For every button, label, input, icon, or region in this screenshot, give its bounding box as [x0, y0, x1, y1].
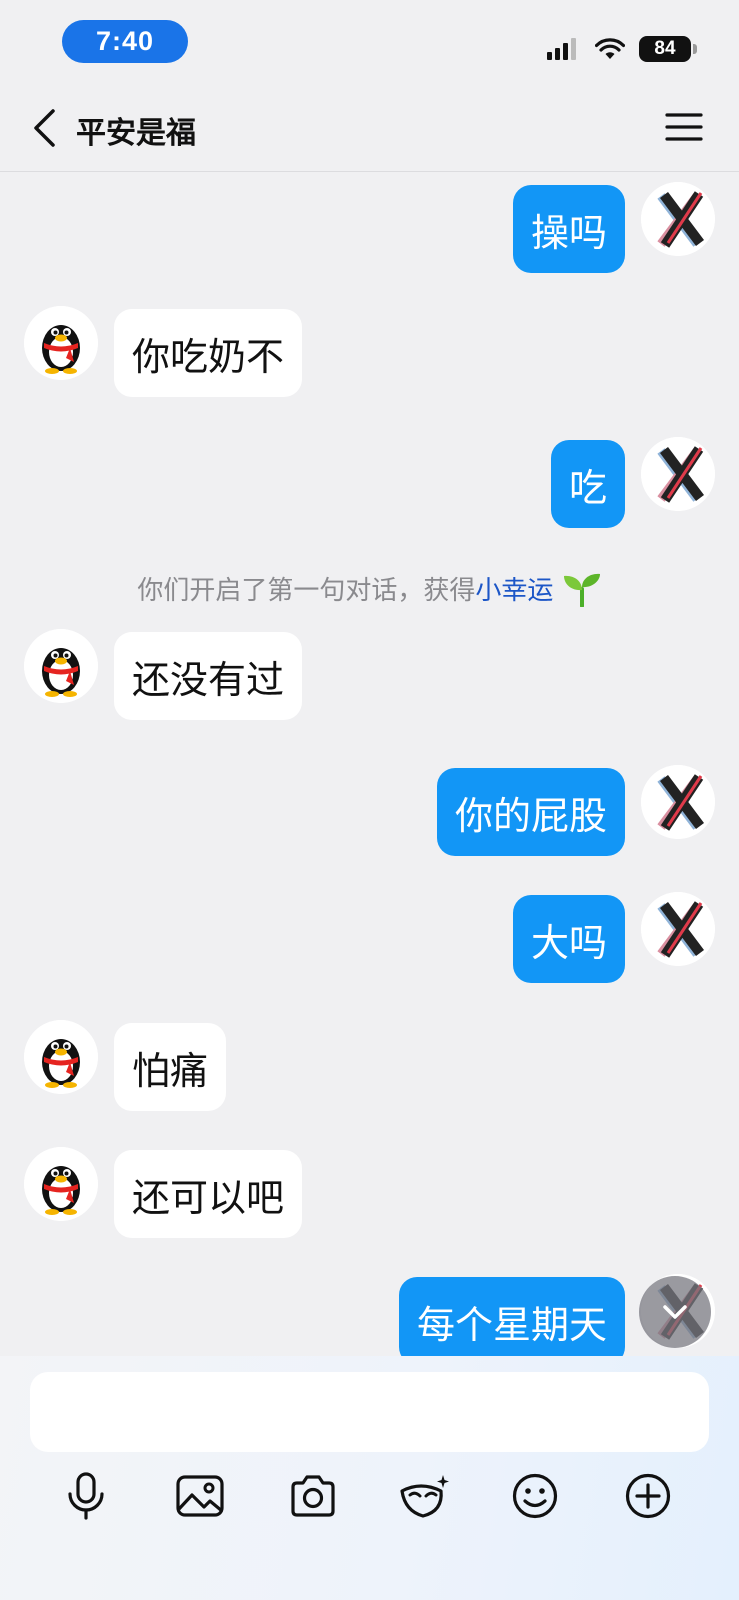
x-logo-icon	[641, 182, 715, 256]
chevron-left-icon	[34, 109, 55, 147]
incoming-message[interactable]: 怕痛	[114, 1023, 227, 1111]
more-button[interactable]	[620, 1468, 676, 1524]
plus-icon	[625, 1473, 671, 1519]
battery-icon: 84	[639, 36, 697, 62]
sticker-button[interactable]	[396, 1468, 452, 1524]
hamburger-menu-icon	[665, 113, 703, 141]
my-avatar[interactable]	[641, 182, 715, 256]
system-message: 你们开启了第一句对话，获得小幸运	[0, 570, 739, 608]
camera-button[interactable]	[285, 1468, 341, 1524]
voice-button[interactable]	[58, 1468, 114, 1524]
contact-avatar[interactable]	[24, 306, 98, 380]
photo-button[interactable]	[172, 1468, 228, 1524]
menu-button[interactable]	[665, 112, 703, 146]
system-message-text: 你们开启了第一句对话，获得	[137, 576, 476, 606]
my-avatar[interactable]	[641, 765, 715, 839]
back-button[interactable]	[24, 106, 64, 150]
wifi-icon	[595, 38, 625, 59]
incoming-message[interactable]: 还可以吧	[114, 1150, 303, 1238]
sprout-icon	[563, 573, 600, 608]
scroll-to-bottom-button[interactable]	[639, 1276, 711, 1348]
outgoing-message[interactable]: 操吗	[512, 185, 625, 273]
signal-icon	[547, 38, 576, 60]
penguin-avatar-icon	[24, 1147, 98, 1221]
chevron-down-icon	[663, 1305, 687, 1319]
lucky-link[interactable]: 小幸运	[475, 576, 553, 606]
penguin-avatar-icon	[24, 1020, 98, 1094]
chat-title: 平安是福	[76, 116, 196, 151]
composer-toolbar	[0, 1468, 739, 1532]
outgoing-message[interactable]: 吃	[550, 440, 625, 528]
contact-avatar[interactable]	[24, 1020, 98, 1094]
x-logo-icon	[641, 892, 715, 966]
my-avatar[interactable]	[641, 437, 715, 511]
incoming-message[interactable]: 还没有过	[114, 632, 303, 720]
mask-sticker-icon	[400, 1475, 449, 1518]
x-logo-icon	[641, 765, 715, 839]
outgoing-message[interactable]: 你的屁股	[436, 768, 625, 856]
chat-header: 平安是福	[0, 84, 739, 172]
contact-avatar[interactable]	[24, 629, 98, 703]
emoji-button[interactable]	[507, 1468, 563, 1524]
camera-icon	[291, 1475, 335, 1517]
my-avatar[interactable]	[641, 892, 715, 966]
penguin-avatar-icon	[24, 629, 98, 703]
image-icon	[176, 1475, 224, 1517]
contact-avatar[interactable]	[24, 1147, 98, 1221]
penguin-avatar-icon	[24, 306, 98, 380]
emoji-icon	[512, 1473, 558, 1519]
outgoing-message[interactable]: 大吗	[512, 895, 625, 983]
message-input[interactable]	[30, 1372, 709, 1452]
composer	[0, 1356, 739, 1600]
message-list[interactable]: 操吗 你吃奶不 吃 你们开启了第一句对话，获得小幸运 还没有过 你的屁股 大吗 …	[0, 172, 739, 1356]
outgoing-message[interactable]: 每个星期天	[398, 1277, 625, 1356]
status-bar: 7:40 84	[0, 0, 739, 84]
status-icons: 84	[547, 34, 697, 64]
incoming-message[interactable]: 你吃奶不	[114, 309, 303, 397]
x-logo-icon	[641, 437, 715, 511]
status-time: 7:40	[62, 20, 188, 63]
mic-icon	[68, 1472, 104, 1520]
